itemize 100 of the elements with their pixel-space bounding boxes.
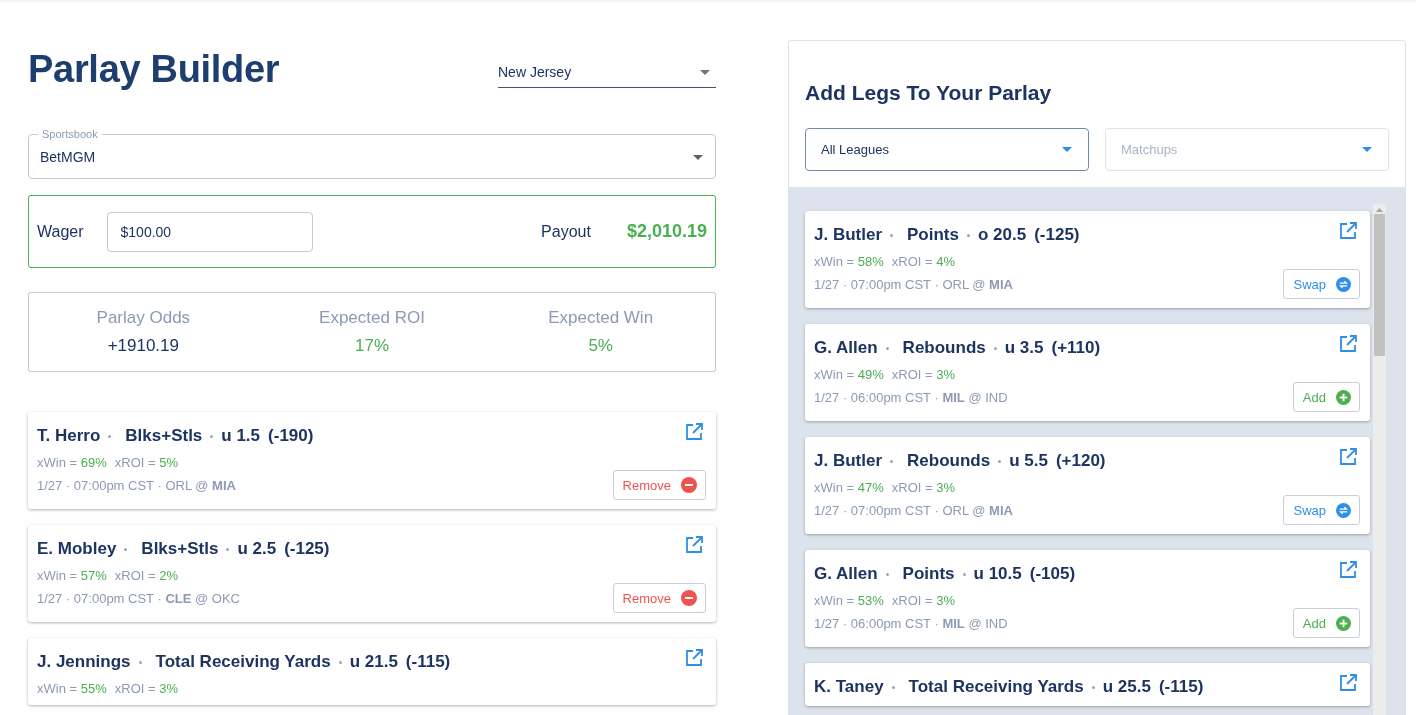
stat-label: xROI = (891, 593, 933, 608)
matchup-select[interactable]: Matchups (1105, 128, 1389, 171)
stat-value: 17% (354, 336, 389, 356)
bet-odds: (-115) (405, 652, 451, 672)
wager-input[interactable]: $100.00 (106, 211, 313, 252)
win-percent: 55% (80, 681, 107, 696)
page-title: Parlay Builder (28, 48, 280, 91)
separator-dot-icon (885, 572, 889, 576)
external-link-icon[interactable] (1339, 674, 1357, 692)
external-link-icon[interactable] (685, 649, 703, 667)
sportsbook-select[interactable]: Sportsbook BetMGM (28, 128, 716, 179)
bet-odds: (-190) (268, 426, 314, 446)
swap-button[interactable]: Swap (1283, 495, 1360, 525)
stat-label: Parlay Odds (96, 308, 191, 328)
player-name: J. Butler (814, 225, 883, 245)
market-name: Points (902, 564, 955, 584)
bet-odds: (+110) (1051, 338, 1101, 358)
win-percent: 57% (80, 568, 107, 583)
market-name: Blks+Stls (141, 539, 219, 559)
stat-label: xWin = (37, 681, 78, 696)
league-value: All Leagues (821, 142, 889, 157)
player-name: E. Mobley (37, 539, 117, 559)
market-name: Rebounds (902, 338, 986, 358)
stat-label: xROI = (891, 480, 933, 495)
stat-value: 5% (588, 336, 613, 356)
game-info: 1/27 · 06:00pm CST · MIL @ IND (814, 389, 1008, 405)
separator-dot-icon (338, 660, 342, 664)
game-info: 1/27 · 07:00pm CST · ORL @ MIA (37, 477, 236, 493)
panel-title: Add Legs To Your Parlay (805, 81, 1053, 105)
stat-label: xWin = (814, 254, 855, 269)
bet-line: u 21.5 (349, 652, 398, 672)
swap-button[interactable]: Swap (1283, 269, 1360, 299)
placeholder-text: Matchups (1121, 142, 1178, 157)
dropdown-caret-icon (700, 69, 710, 75)
league-select[interactable]: All Leagues (805, 128, 1089, 171)
stat-label: xWin = (37, 568, 78, 583)
separator-dot-icon (226, 547, 230, 551)
roi-percent: 3% (936, 367, 955, 382)
minus-circle-icon (681, 477, 697, 493)
separator-dot-icon (993, 346, 997, 350)
separator-dot-icon (138, 660, 142, 664)
bet-odds: (+120) (1055, 451, 1106, 471)
stat-label: xROI = (114, 568, 156, 583)
state-select[interactable]: New Jersey (498, 60, 716, 88)
game-info: 1/27 · 07:00pm CST · ORL @ MIA (814, 276, 1013, 292)
add-button[interactable]: Add (1292, 382, 1360, 412)
payout-amount: $2,010.19 (626, 221, 707, 242)
bet-odds: (-105) (1029, 564, 1076, 584)
win-percent: 49% (857, 367, 884, 382)
player-name: G. Allen (814, 564, 878, 584)
separator-dot-icon (891, 685, 895, 689)
bet-line: o 20.5 (978, 225, 1027, 245)
remove-button[interactable]: Remove (612, 583, 706, 613)
swap-arrows-icon (1336, 502, 1351, 518)
scrollbar-thumb[interactable] (1374, 214, 1385, 356)
player-name: J. Butler (814, 451, 883, 471)
external-link-icon[interactable] (685, 423, 703, 441)
external-link-icon[interactable] (1339, 335, 1357, 353)
game-info: 1/27 · 06:00pm CST · MIL @ IND (814, 615, 1008, 631)
stat-label: xWin = (37, 455, 78, 470)
separator-dot-icon (890, 233, 894, 237)
bet-line: u 10.5 (973, 564, 1022, 584)
game-info: 1/27 · 07:00pm CST · ORL @ MIA (814, 502, 1013, 518)
minus-circle-icon (681, 590, 697, 606)
plus-circle-icon (1336, 389, 1351, 405)
field-label: Sportsbook (41, 128, 99, 140)
scroll-up-arrow-icon[interactable] (1376, 208, 1383, 212)
separator-dot-icon (967, 233, 970, 237)
market-name: Rebounds (907, 451, 991, 471)
roi-percent: 5% (159, 455, 178, 470)
scrollbar[interactable] (1373, 204, 1386, 715)
player-name: J. Jennings (37, 652, 131, 672)
bet-odds: (-125) (1034, 225, 1080, 245)
add-button[interactable]: Add (1292, 608, 1360, 638)
market-name: Points (907, 225, 959, 245)
market-name: Total Receiving Yards (908, 677, 1084, 697)
external-link-icon[interactable] (1339, 561, 1357, 579)
stat-value: +1910.19 (107, 336, 179, 356)
bet-line: u 1.5 (221, 426, 261, 446)
stat-label: Expected Win (548, 308, 654, 328)
market-name: Blks+Stls (125, 426, 203, 446)
stat-label: xROI = (114, 681, 156, 696)
external-link-icon[interactable] (1339, 222, 1357, 240)
bet-odds: (-125) (284, 539, 330, 559)
win-percent: 47% (857, 480, 884, 495)
win-percent: 69% (80, 455, 107, 470)
separator-dot-icon (998, 459, 1002, 463)
dropdown-caret-icon (1062, 147, 1072, 152)
remove-button[interactable]: Remove (612, 470, 706, 500)
separator-dot-icon (124, 547, 128, 551)
roi-percent: 2% (159, 568, 178, 583)
separator-dot-icon (962, 572, 966, 576)
separator-dot-icon (1091, 685, 1095, 689)
separator-dot-icon (210, 434, 214, 438)
swap-arrows-icon (1336, 276, 1351, 292)
stat-label: xWin = (814, 480, 855, 495)
dropdown-caret-icon (693, 154, 703, 160)
external-link-icon[interactable] (685, 536, 703, 554)
bet-line: u 3.5 (1004, 338, 1044, 358)
external-link-icon[interactable] (1339, 448, 1357, 466)
